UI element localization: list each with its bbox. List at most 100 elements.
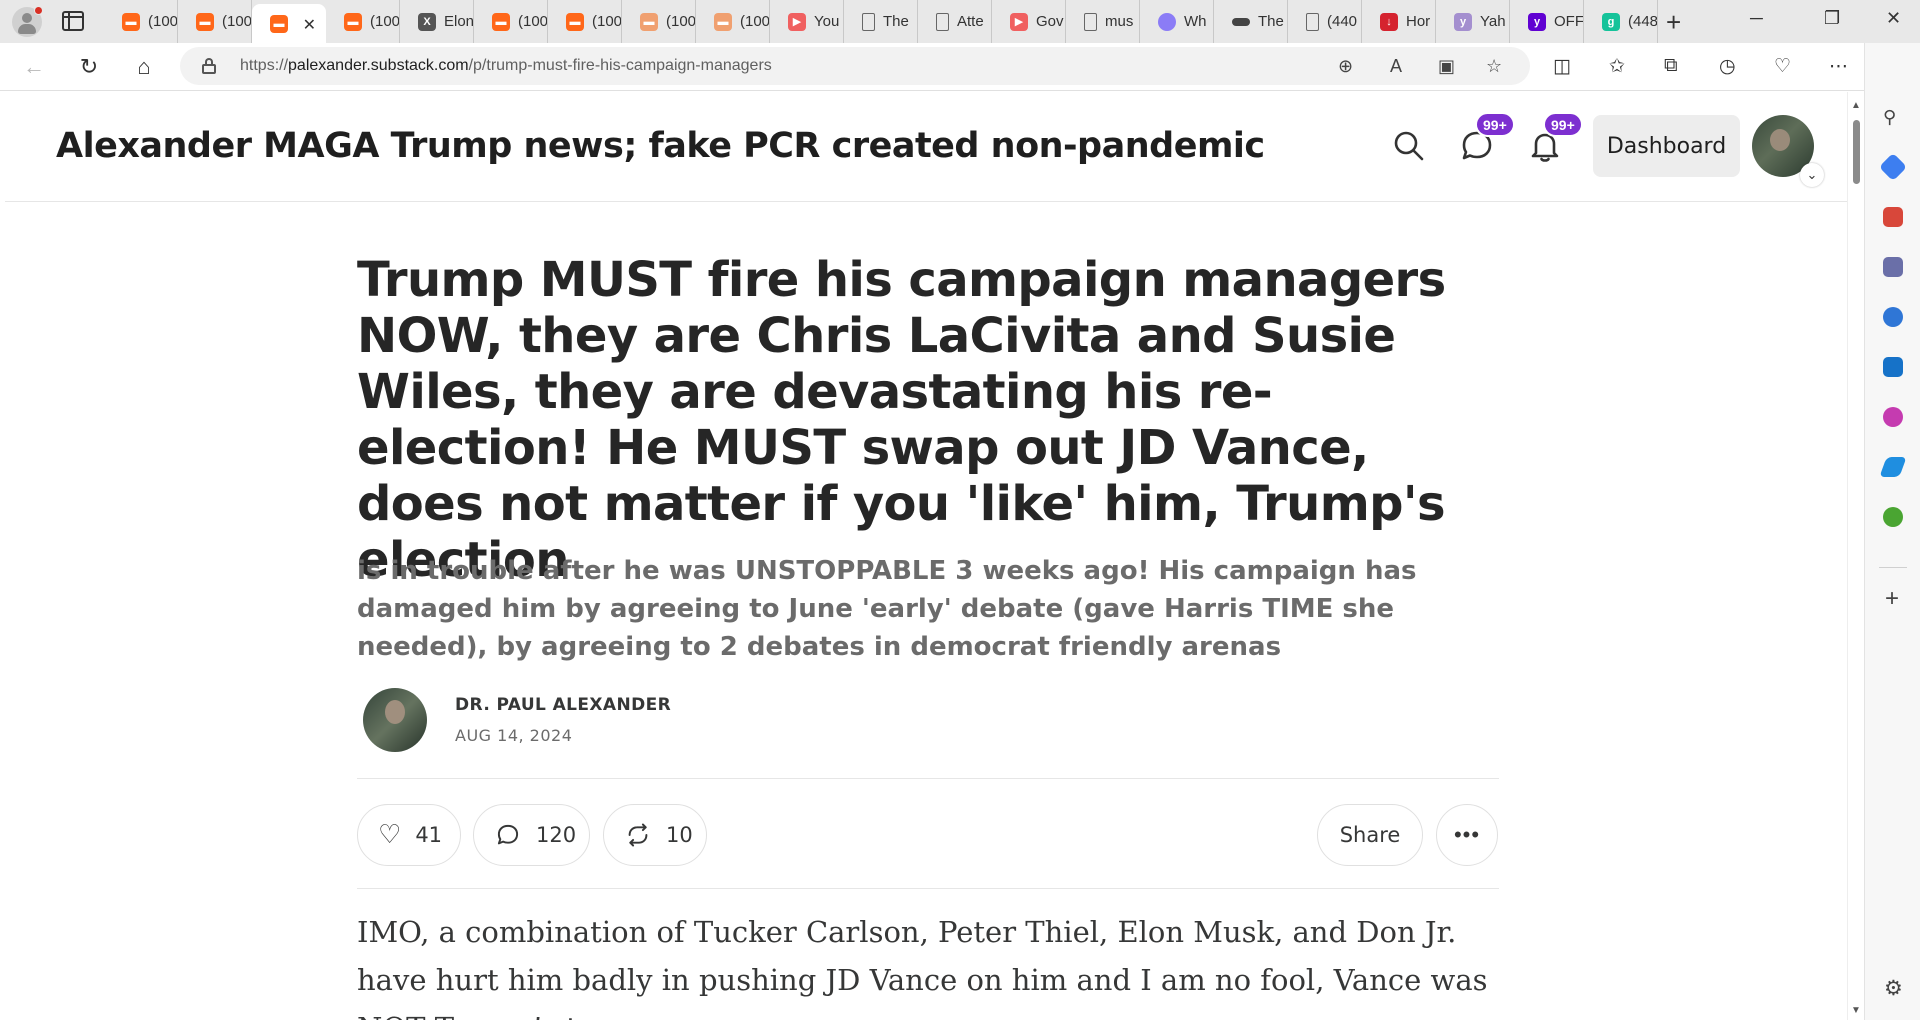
refresh-icon[interactable]: ↻ bbox=[75, 53, 103, 81]
browser-tab[interactable]: (440 bbox=[1288, 0, 1362, 43]
scroll-up-icon[interactable]: ▲ bbox=[1851, 100, 1861, 111]
browser-tab[interactable]: ▬ (100 bbox=[178, 0, 252, 43]
edge-sidebar: ⚲ + ⚙ bbox=[1864, 43, 1920, 1020]
settings-more-icon[interactable]: ⋯ bbox=[1829, 55, 1848, 78]
browser-tab[interactable]: ▬ (100 bbox=[548, 0, 622, 43]
tab-title: Gov bbox=[1036, 13, 1064, 30]
browser-toolbar: ← ↻ ⌂ https://palexander.substack.com/p/… bbox=[0, 43, 1920, 91]
microsoft-365-icon[interactable] bbox=[1883, 307, 1903, 327]
browser-tab[interactable]: ▬ (100 bbox=[326, 0, 400, 43]
tab-actions-icon[interactable] bbox=[62, 11, 84, 31]
lock-icon[interactable] bbox=[202, 58, 216, 74]
restack-button[interactable]: 10 bbox=[603, 804, 707, 866]
browser-tab[interactable]: Wh bbox=[1140, 0, 1214, 43]
browser-tab[interactable]: y OFF bbox=[1510, 0, 1584, 43]
close-window-icon[interactable]: ✕ bbox=[1886, 8, 1901, 29]
profile-button[interactable] bbox=[12, 6, 43, 37]
author-name[interactable]: DR. PAUL ALEXANDER bbox=[455, 695, 671, 715]
games-icon[interactable] bbox=[1883, 257, 1903, 277]
notification-dot bbox=[34, 6, 43, 15]
collections-icon[interactable]: ⧉ bbox=[1664, 55, 1678, 77]
proton-icon bbox=[1158, 12, 1176, 31]
zoom-icon[interactable]: ⊕ bbox=[1338, 56, 1353, 77]
browser-tab[interactable]: ▬ (100 bbox=[104, 0, 178, 43]
document-icon bbox=[862, 12, 875, 31]
browser-tab[interactable]: The bbox=[844, 0, 918, 43]
tools-icon[interactable] bbox=[1883, 207, 1903, 227]
restore-icon[interactable]: ❐ bbox=[1824, 8, 1840, 29]
author-avatar[interactable] bbox=[363, 688, 427, 752]
shopping-tag-icon[interactable] bbox=[1878, 152, 1908, 182]
document-icon bbox=[1084, 12, 1097, 31]
back-icon[interactable]: ← bbox=[20, 53, 48, 81]
favorite-star-icon[interactable]: ☆ bbox=[1486, 56, 1502, 77]
browser-tab[interactable]: ▬ (100 bbox=[696, 0, 770, 43]
browser-tab[interactable]: y Yah bbox=[1436, 0, 1510, 43]
search-icon[interactable]: ⚲ bbox=[1883, 107, 1903, 127]
heart-icon: ♡ bbox=[378, 820, 402, 850]
document-icon bbox=[1306, 12, 1319, 31]
tab-title: (100 bbox=[592, 13, 621, 30]
tab-title: Atte bbox=[957, 13, 984, 30]
designer-icon[interactable] bbox=[1883, 407, 1903, 427]
tree-icon[interactable] bbox=[1883, 507, 1903, 527]
scrollbar-thumb[interactable] bbox=[1853, 120, 1860, 184]
tab-title: mus bbox=[1105, 13, 1134, 30]
youtube-icon: ▶ bbox=[1010, 12, 1028, 31]
history-icon[interactable]: ◷ bbox=[1719, 55, 1736, 78]
browser-tab[interactable]: mus bbox=[1066, 0, 1140, 43]
url-domain: palexander.substack.com bbox=[288, 57, 469, 74]
dashboard-button[interactable]: Dashboard bbox=[1593, 115, 1740, 177]
scroll-down-icon[interactable]: ▼ bbox=[1851, 1005, 1861, 1016]
browser-tab[interactable]: ▬ (100 bbox=[474, 0, 548, 43]
address-bar[interactable]: https://palexander.substack.com/p/trump-… bbox=[180, 47, 1530, 85]
divider bbox=[357, 778, 1499, 779]
tab-title: Elon bbox=[444, 13, 473, 30]
browser-tab[interactable]: X Elon bbox=[400, 0, 474, 43]
page-scrollbar[interactable]: ▲ ▼ bbox=[1847, 92, 1864, 1020]
x-icon: X bbox=[418, 12, 436, 31]
tab-title: Hor bbox=[1406, 13, 1431, 30]
tab-title: The bbox=[1258, 13, 1284, 30]
browser-tab[interactable]: The bbox=[1214, 0, 1288, 43]
browser-essentials-icon[interactable]: ♡ bbox=[1774, 55, 1791, 78]
url-scheme: https:// bbox=[240, 57, 289, 74]
browser-tab-active[interactable]: ▬ ✕ bbox=[252, 4, 326, 43]
url-text[interactable]: https://palexander.substack.com/p/trump-… bbox=[240, 57, 772, 75]
notification-badge: 99+ bbox=[1543, 112, 1583, 137]
browser-tab[interactable]: ▬ (100 bbox=[622, 0, 696, 43]
comment-icon bbox=[497, 824, 519, 845]
minimize-icon[interactable]: ─ bbox=[1750, 8, 1763, 29]
browser-tab[interactable]: ↓ Hor bbox=[1362, 0, 1436, 43]
send-icon[interactable] bbox=[1879, 457, 1907, 477]
new-tab-button[interactable]: + bbox=[1666, 7, 1681, 38]
tab-title: The bbox=[883, 13, 909, 30]
substack-icon: ▬ bbox=[566, 12, 584, 31]
browser-tab[interactable]: ▶ You bbox=[770, 0, 844, 43]
browser-tab[interactable]: Atte bbox=[918, 0, 992, 43]
search-icon[interactable] bbox=[1389, 126, 1429, 166]
browser-tab[interactable]: ▶ Gov bbox=[992, 0, 1066, 43]
split-screen-icon[interactable]: ◫ bbox=[1553, 55, 1571, 78]
favorites-icon[interactable]: ✩ bbox=[1609, 55, 1625, 78]
restack-icon bbox=[628, 823, 648, 847]
post-title: Trump MUST fire his campaign managers NO… bbox=[357, 252, 1446, 588]
close-tab-icon[interactable]: ✕ bbox=[303, 15, 316, 35]
post-date: AUG 14, 2024 bbox=[455, 726, 573, 745]
more-options-button[interactable]: ••• bbox=[1436, 804, 1498, 866]
tab-title: OFF bbox=[1554, 13, 1583, 30]
outlook-icon[interactable] bbox=[1883, 357, 1903, 377]
sidebar-settings-icon[interactable]: ⚙ bbox=[1884, 976, 1903, 1001]
substack-icon: ▬ bbox=[344, 12, 362, 31]
share-button[interactable]: Share bbox=[1317, 804, 1423, 866]
tab-title: Yah bbox=[1480, 13, 1506, 30]
immersive-reader-icon[interactable]: ▣ bbox=[1438, 56, 1455, 77]
home-icon[interactable]: ⌂ bbox=[130, 53, 158, 81]
browser-tab[interactable]: g (448 bbox=[1584, 0, 1658, 43]
publication-title[interactable]: Alexander MAGA Trump news; fake PCR crea… bbox=[56, 126, 1265, 166]
add-sidebar-app-icon[interactable]: + bbox=[1885, 585, 1899, 613]
comment-button[interactable]: 120 bbox=[473, 804, 590, 866]
read-aloud-icon[interactable]: A bbox=[1390, 56, 1402, 77]
like-button[interactable]: ♡ 41 bbox=[357, 804, 461, 866]
chevron-down-icon[interactable]: ⌄ bbox=[1800, 163, 1824, 187]
